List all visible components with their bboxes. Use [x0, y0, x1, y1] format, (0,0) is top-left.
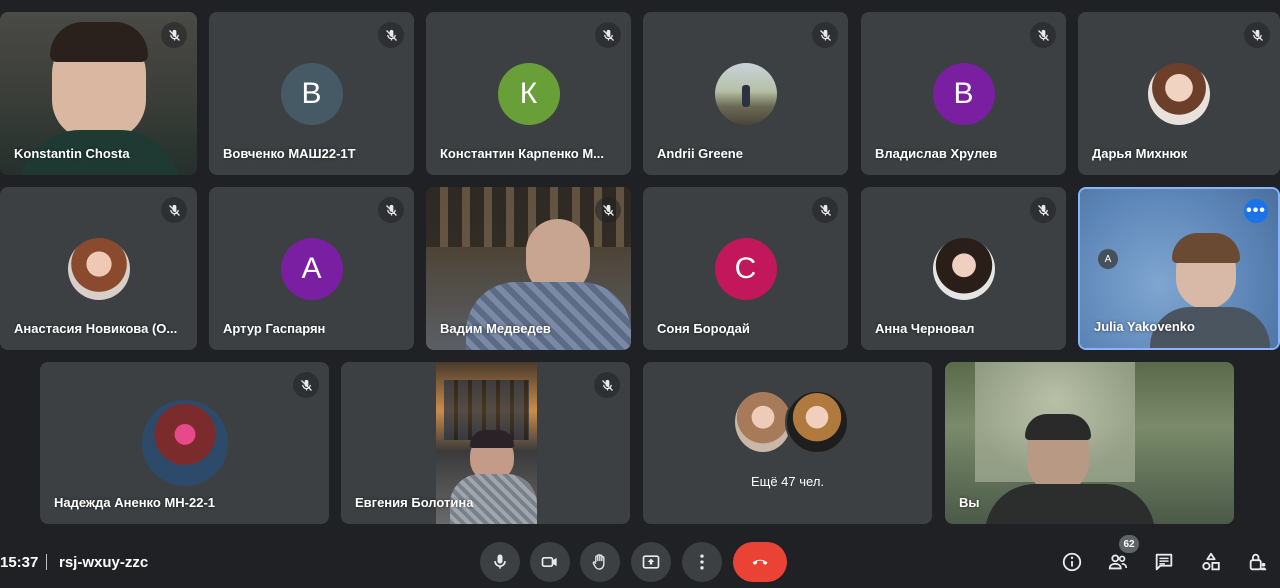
others-count-label: Ещё 47 чел.	[750, 474, 825, 489]
muted-mic-icon	[161, 197, 187, 223]
participant-name: Julia Yakovenko	[1094, 319, 1195, 334]
activities-icon	[1202, 552, 1220, 571]
participant-tile[interactable]: В Вовченко МАШ22-1Т	[209, 12, 414, 175]
participant-name: Евгения Болотина	[355, 495, 474, 510]
participants-button[interactable]	[1106, 550, 1130, 574]
participant-tile-speaking[interactable]: A Julia Yakovenko •••	[1078, 187, 1280, 350]
activities-button[interactable]	[1199, 550, 1223, 574]
participant-tile[interactable]: Konstantin Chosta	[0, 12, 197, 175]
participant-name: Анна Черновал	[875, 321, 975, 336]
participant-tile[interactable]: Анастасия Новикова (О...	[0, 187, 197, 350]
avatar: В	[280, 62, 343, 125]
avatar: В	[932, 62, 995, 125]
camera-icon	[541, 557, 557, 567]
muted-mic-icon	[378, 197, 404, 223]
more-options-button[interactable]	[682, 542, 722, 582]
muted-mic-icon	[1244, 22, 1270, 48]
participant-name: Konstantin Chosta	[14, 146, 130, 161]
participant-name: Дарья Михнюк	[1092, 146, 1188, 161]
participant-name: Владислав Хрулев	[875, 146, 998, 161]
avatar	[785, 390, 849, 454]
leave-call-button[interactable]	[733, 542, 787, 582]
participant-name: Вовченко МАШ22-1Т	[223, 146, 356, 161]
avatar	[735, 392, 791, 452]
others-avatars	[643, 390, 932, 454]
people-icon	[1108, 554, 1128, 570]
participant-count-badge: 62	[1119, 535, 1139, 553]
hang-up-icon	[752, 559, 768, 565]
meeting-info-button[interactable]	[1060, 550, 1084, 574]
participant-tile[interactable]: С Соня Бородай	[643, 187, 848, 350]
participant-name: Константин Карпенко М...	[440, 146, 604, 161]
self-video	[945, 362, 1234, 524]
microphone-icon	[494, 554, 506, 569]
more-options-button[interactable]: •••	[1244, 199, 1268, 223]
avatar: К	[497, 62, 560, 125]
hand-icon	[592, 554, 605, 570]
avatar	[141, 400, 228, 486]
avatar: С	[714, 237, 777, 300]
raise-hand-button[interactable]	[580, 542, 620, 582]
bottom-bar: 15:37 rsj-wxuy-zzc	[0, 538, 1280, 588]
meeting-code: rsj-wxuy-zzc	[59, 554, 149, 571]
muted-mic-icon	[1030, 22, 1056, 48]
muted-mic-icon	[812, 22, 838, 48]
chat-icon	[1155, 553, 1173, 571]
present-screen-icon	[642, 555, 660, 569]
host-controls-button[interactable]	[1246, 550, 1270, 574]
muted-mic-icon	[293, 372, 319, 398]
participant-tile[interactable]: Вадим Медведев	[426, 187, 631, 350]
avatar	[932, 237, 995, 300]
muted-mic-icon	[378, 22, 404, 48]
participant-tile[interactable]: Дарья Михнюк	[1078, 12, 1280, 175]
participant-tile[interactable]: Надежда Аненко МН-22-1	[40, 362, 329, 524]
chat-button[interactable]	[1152, 550, 1176, 574]
participant-name: Надежда Аненко МН-22-1	[54, 495, 216, 510]
avatar	[67, 237, 130, 300]
participant-tile[interactable]: К Константин Карпенко М...	[426, 12, 631, 175]
muted-mic-icon	[595, 197, 621, 223]
participant-name: Вадим Медведев	[440, 321, 551, 336]
participant-tile[interactable]: Анна Черновал	[861, 187, 1066, 350]
participant-name: Соня Бородай	[657, 321, 750, 336]
muted-mic-icon	[1030, 197, 1056, 223]
participant-tile[interactable]: Andrii Greene	[643, 12, 848, 175]
divider	[46, 554, 47, 570]
camera-button[interactable]	[530, 542, 570, 582]
participant-name: Артур Гаспарян	[223, 321, 326, 336]
more-vert-icon	[700, 554, 704, 570]
others-tile[interactable]: Ещё 47 чел.	[643, 362, 932, 524]
muted-mic-icon	[161, 22, 187, 48]
participant-tile[interactable]: В Владислав Хрулев	[861, 12, 1066, 175]
microphone-button[interactable]	[480, 542, 520, 582]
present-screen-button[interactable]	[631, 542, 671, 582]
meeting-time: 15:37	[0, 554, 39, 571]
participant-name: Andrii Greene	[657, 146, 743, 161]
avatar-badge: A	[1098, 249, 1118, 269]
avatar: А	[280, 237, 343, 300]
participant-tile[interactable]: Евгения Болотина	[341, 362, 630, 524]
muted-mic-icon	[812, 197, 838, 223]
self-tile[interactable]: Вы	[945, 362, 1234, 524]
muted-mic-icon	[594, 372, 620, 398]
avatar	[1148, 62, 1210, 125]
lock-person-icon	[1249, 553, 1267, 571]
self-name: Вы	[959, 495, 980, 510]
info-icon	[1062, 552, 1082, 572]
avatar	[714, 62, 777, 125]
participant-name: Анастасия Новикова (О...	[14, 321, 178, 336]
participant-tile[interactable]: А Артур Гаспарян	[209, 187, 414, 350]
muted-mic-icon	[595, 22, 621, 48]
